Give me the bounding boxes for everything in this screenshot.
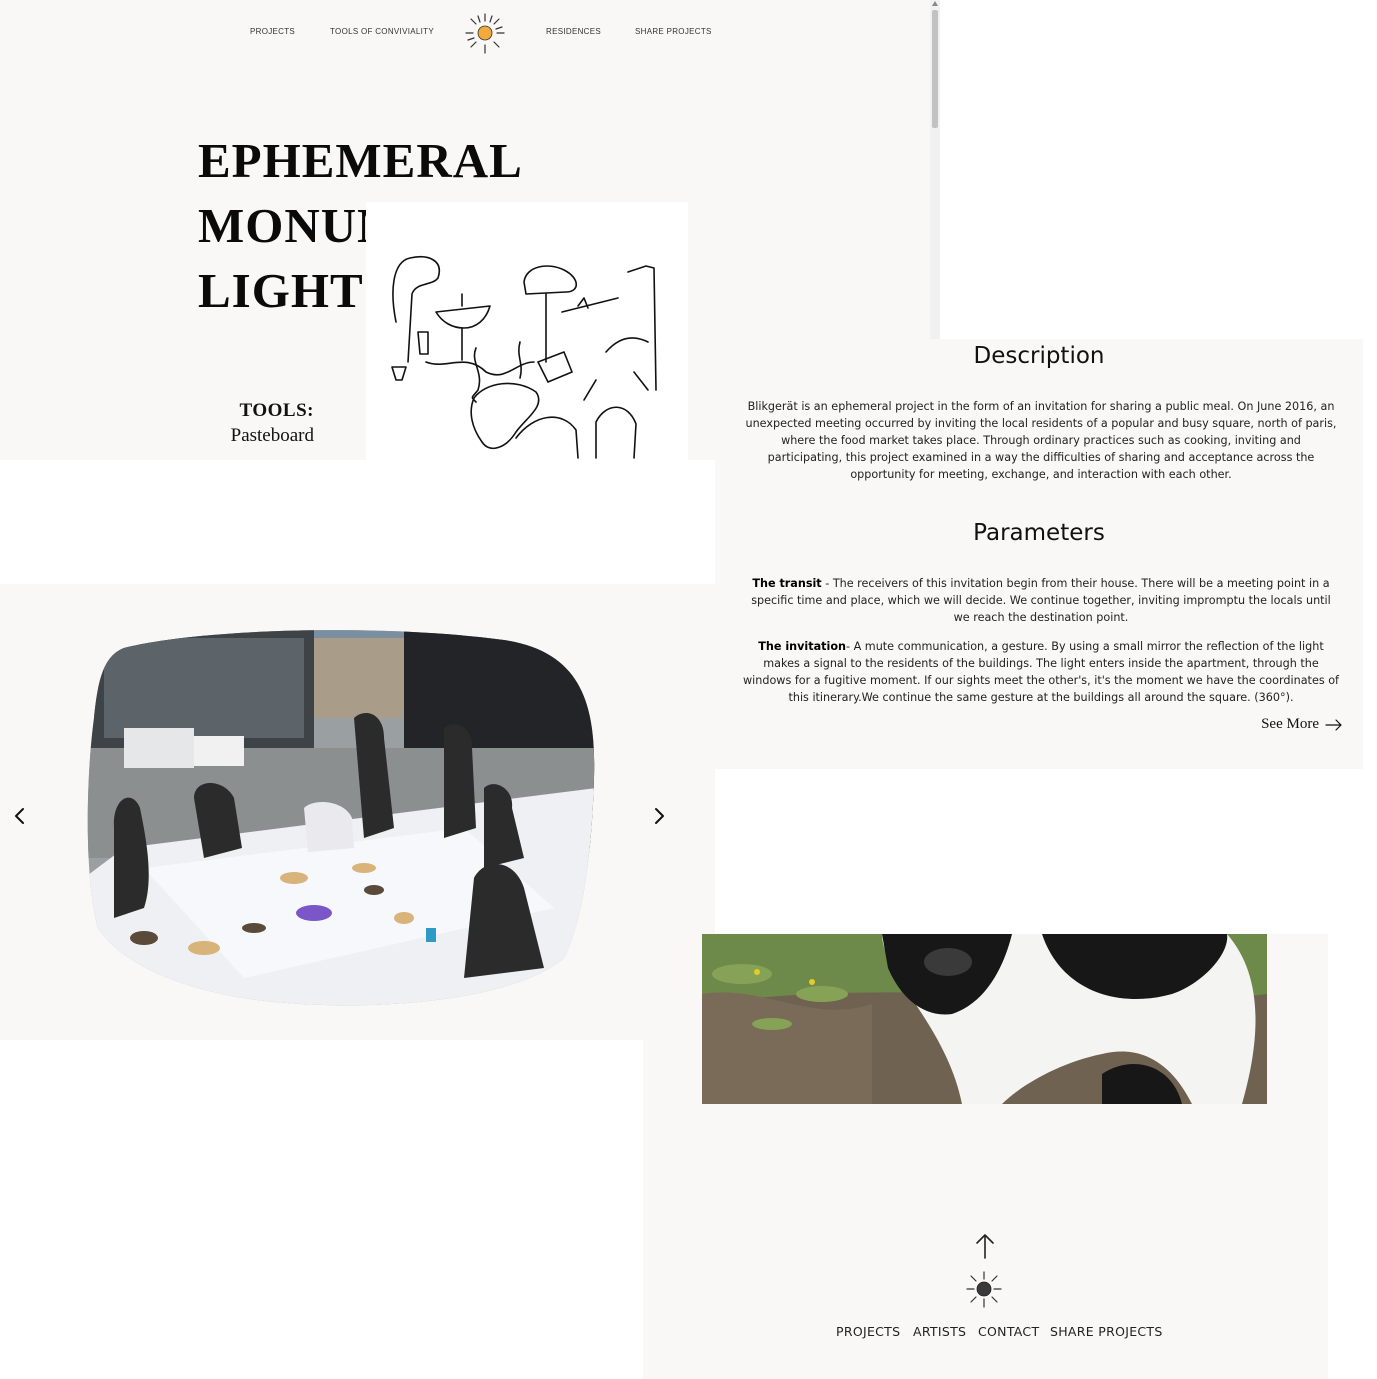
gallery-photo-public-meal (87, 630, 595, 1006)
title-line-1: EPHEMERAL (198, 133, 523, 188)
nav-share-projects[interactable]: SHARE PROJECTS (635, 27, 712, 36)
footer-link-contact[interactable]: CONTACT (978, 1324, 1039, 1339)
footer-link-projects[interactable]: PROJECTS (836, 1324, 900, 1339)
back-to-top-arrow-icon[interactable] (973, 1232, 997, 1260)
scrollbar[interactable] (930, 0, 940, 340)
arrow-right-icon (1325, 718, 1342, 731)
transit-label: The transit (752, 577, 822, 590)
sun-logo-footer-icon[interactable] (965, 1270, 1003, 1308)
nav-residences[interactable]: RESIDENCES (546, 27, 601, 36)
invitation-label: The invitation (758, 640, 846, 653)
see-more-link[interactable]: See More (1261, 716, 1343, 733)
nav-projects[interactable]: PROJECTS (250, 27, 295, 36)
gallery-section (0, 584, 715, 1040)
parameter-transit: The transit - The receivers of this invi… (743, 575, 1339, 626)
tools-label: TOOLS: (239, 400, 314, 421)
chevron-right-icon[interactable] (649, 806, 669, 826)
parameters-heading: Parameters (973, 520, 1105, 546)
description-section: Description Blikgerät is an ephemeral pr… (715, 339, 1363, 769)
nav-tools-of-conviviality[interactable]: TOOLS OF CONVIVIALITY (330, 27, 434, 36)
transit-text: - The receivers of this invitation begin… (751, 577, 1331, 624)
footer-section: PROJECTS ARTISTS CONTACT SHARE PROJECTS (643, 934, 1328, 1379)
footer-link-artists[interactable]: ARTISTS (913, 1324, 966, 1339)
scroll-up-arrow-icon[interactable] (932, 1, 938, 6)
footer-link-share-projects[interactable]: SHARE PROJECTS (1050, 1324, 1163, 1339)
description-heading: Description (973, 343, 1105, 369)
scrollbar-thumb[interactable] (932, 10, 938, 128)
tools-value: Pasteboard (230, 425, 314, 446)
see-more-label: See More (1261, 716, 1319, 732)
description-text: Blikgerät is an ephemeral project in the… (745, 400, 1337, 481)
sketch-drawing (366, 202, 688, 460)
title-line-3: LIGHT (198, 263, 364, 318)
cow-photo (702, 934, 1267, 1104)
sun-logo-icon[interactable] (464, 12, 506, 54)
chevron-left-icon[interactable] (10, 806, 30, 826)
parameter-invitation: The invitation- A mute communication, a … (743, 638, 1339, 706)
